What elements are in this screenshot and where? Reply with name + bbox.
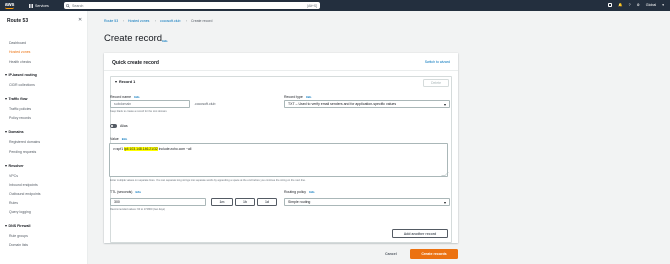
- search-input[interactable]: Search [Alt+S]: [64, 2, 320, 9]
- search-icon: [66, 3, 70, 8]
- ttl-1m-button[interactable]: 1m: [211, 198, 233, 206]
- ttl-label: TTL (seconds) Info: [110, 190, 141, 194]
- sidebar-item-query-logging[interactable]: Query logging: [9, 210, 31, 214]
- caret-down-icon: [444, 104, 446, 106]
- services-label: Services: [35, 3, 49, 8]
- settings-icon[interactable]: ⚙: [637, 3, 640, 7]
- sidebar-item-health-checks[interactable]: Health checks: [9, 60, 31, 64]
- routing-policy-label: Routing policy Info: [284, 190, 315, 194]
- sidebar-item-traffic-policies[interactable]: Traffic policies: [9, 107, 31, 111]
- sidebar-item-vpcs[interactable]: VPCs: [9, 174, 18, 178]
- nav-right: 🔔 ? ⚙ Global ▾: [608, 3, 664, 7]
- chevron-right-icon: ›: [186, 19, 188, 23]
- value-hint: Enter multiple values on separate lines.…: [110, 179, 306, 182]
- caret-down-icon: [444, 202, 446, 204]
- sidebar-section-ip-routing[interactable]: IP-based routing: [5, 73, 37, 77]
- breadcrumb-route53[interactable]: Route 53: [104, 19, 118, 23]
- services-menu[interactable]: Services: [29, 3, 49, 8]
- sidebar-section-domains[interactable]: Domains: [5, 130, 24, 134]
- add-another-record-button[interactable]: Add another record: [392, 229, 448, 238]
- account-menu[interactable]: ▾: [662, 3, 664, 7]
- sidebar-item-dashboard[interactable]: Dashboard: [9, 41, 26, 45]
- delete-button[interactable]: Delete: [423, 79, 449, 87]
- sidebar-item-cidr-collections[interactable]: CIDR collections: [9, 83, 35, 87]
- sidebar-item-registered-domains[interactable]: Registered domains: [9, 140, 40, 144]
- bell-icon[interactable]: 🔔: [618, 3, 622, 7]
- top-navigation: aws Services Search [Alt+S] 🔔 ? ⚙ Global…: [0, 0, 670, 11]
- caret-down-icon: [5, 131, 7, 134]
- sidebar: Route 53 ✕ Dashboard Hosted zones Health…: [0, 11, 88, 264]
- caret-down-icon: [5, 165, 7, 168]
- ttl-input[interactable]: 300: [110, 198, 206, 206]
- record-type-label: Record type Info: [284, 95, 312, 99]
- sidebar-section-dns-firewall[interactable]: DNS Firewall: [5, 224, 30, 228]
- sidebar-item-policy-records[interactable]: Policy records: [9, 116, 31, 120]
- record-name-hint: Keep blank to create a record for the ro…: [110, 110, 168, 113]
- record-heading: Record 1: [119, 80, 136, 84]
- sidebar-section-resolver[interactable]: Resolver: [5, 164, 24, 168]
- chevron-right-icon: ›: [123, 19, 125, 23]
- breadcrumb-zone[interactable]: cocosoft.club: [160, 19, 180, 23]
- ttl-info[interactable]: Info: [135, 190, 141, 194]
- aws-logo[interactable]: aws: [5, 2, 21, 9]
- chevron-right-icon: ›: [155, 19, 157, 23]
- page-info-link[interactable]: Info: [162, 39, 168, 43]
- ttl-hint: Recommended values: 60 to 172800 (two da…: [110, 208, 166, 211]
- close-icon[interactable]: ✕: [78, 17, 82, 23]
- sidebar-item-domain-lists[interactable]: Domain lists: [9, 243, 28, 247]
- ttl-1h-button[interactable]: 1h: [235, 198, 255, 206]
- sidebar-item-rule-groups[interactable]: Rule groups: [9, 234, 28, 238]
- caret-down-icon: [115, 81, 117, 83]
- page-title: Create record: [104, 33, 163, 44]
- help-icon[interactable]: ?: [629, 3, 631, 7]
- record-type-info[interactable]: Info: [306, 95, 312, 99]
- highlighted-ip: ip4:103.148.146.21/32: [124, 147, 158, 151]
- record-header[interactable]: Record 1: [115, 80, 135, 84]
- switch-to-wizard-link[interactable]: Switch to wizard: [425, 60, 450, 64]
- sidebar-item-inbound-endpoints[interactable]: Inbound endpoints: [9, 183, 38, 187]
- value-textarea[interactable]: v=spf1 ip4:103.148.146.21/32 include:zoh…: [109, 143, 448, 177]
- divider: [104, 70, 458, 71]
- routing-policy-select[interactable]: Simple routing: [284, 198, 450, 206]
- search-placeholder: Search: [72, 3, 84, 8]
- value-label: Value Info: [110, 137, 128, 141]
- search-shortcut: [Alt+S]: [307, 3, 317, 8]
- sidebar-item-outbound-endpoints[interactable]: Outbound endpoints: [9, 192, 41, 196]
- ttl-1d-button[interactable]: 1d: [257, 198, 277, 206]
- caret-down-icon: [5, 225, 7, 228]
- sidebar-title: Route 53: [7, 18, 29, 24]
- panel-title: Quick create record: [112, 60, 159, 66]
- sidebar-section-traffic-flow[interactable]: Traffic flow: [5, 97, 27, 101]
- grid-icon: [29, 3, 33, 8]
- domain-suffix: .cocosoft.club: [194, 102, 216, 106]
- sidebar-item-hosted-zones[interactable]: Hosted zones: [9, 50, 30, 54]
- breadcrumb-hosted-zones[interactable]: Hosted zones: [128, 19, 149, 23]
- record-type-value: TXT – Used to verify email senders and f…: [288, 102, 397, 106]
- routing-policy-value: Simple routing: [288, 200, 311, 204]
- create-records-button[interactable]: Create records: [410, 249, 458, 259]
- record-name-info[interactable]: Info: [134, 95, 140, 99]
- caret-down-icon: [5, 98, 7, 101]
- alias-label: Alias: [120, 124, 128, 128]
- routing-info[interactable]: Info: [309, 190, 315, 194]
- record-name-label: Record name Info: [110, 95, 140, 99]
- alias-toggle[interactable]: [110, 124, 117, 128]
- cloudshell-icon[interactable]: [608, 3, 613, 7]
- region-selector[interactable]: Global: [646, 3, 656, 7]
- sidebar-item-rules[interactable]: Rules: [9, 201, 18, 205]
- caret-down-icon: [5, 74, 7, 77]
- sidebar-item-pending-requests[interactable]: Pending requests: [9, 150, 36, 154]
- breadcrumb-current: Create record: [191, 19, 213, 23]
- record-type-select[interactable]: TXT – Used to verify email senders and f…: [284, 100, 450, 108]
- value-info[interactable]: Info: [122, 137, 128, 141]
- record-name-input[interactable]: subdomain: [110, 100, 190, 108]
- cancel-button[interactable]: Cancel: [385, 252, 397, 256]
